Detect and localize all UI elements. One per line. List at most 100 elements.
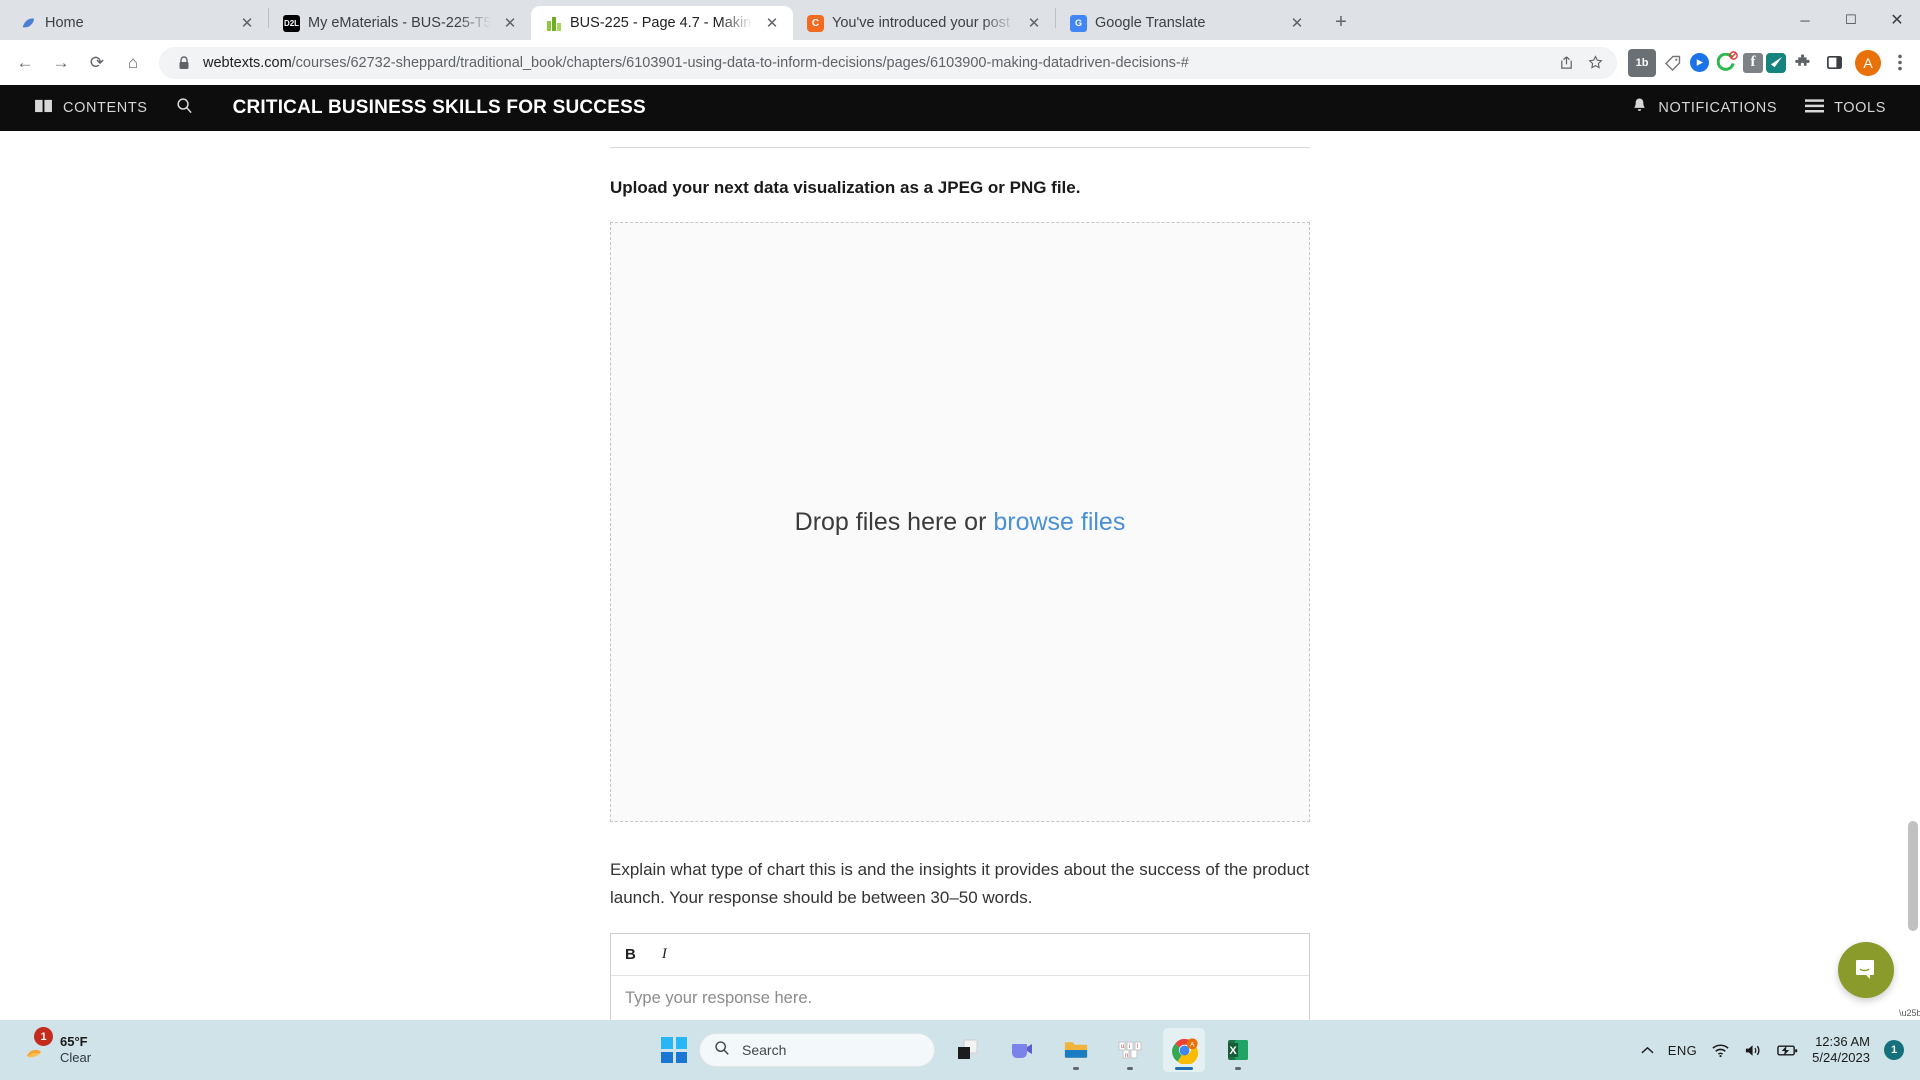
taskbar-clock[interactable]: 12:36 AM 5/24/2023 [1812, 1034, 1870, 1067]
chat-bubble-icon[interactable] [1838, 942, 1894, 998]
kebab-menu-icon[interactable] [1888, 49, 1912, 77]
taskbar-app-unknown[interactable] [947, 1028, 989, 1072]
system-tray: ENG 12:36 AM 5/24/2023 1 [1641, 1034, 1920, 1067]
notifications-button[interactable]: NOTIFICATIONS [1617, 97, 1791, 120]
close-icon[interactable]: ✕ [499, 12, 521, 34]
windows-taskbar: 1 65°F Clear Search ui l n A X ENG 12:36 A… [0, 1020, 1920, 1080]
svg-text:n: n [1125, 1053, 1128, 1059]
home-icon[interactable]: ⌂ [116, 46, 150, 80]
new-tab-button[interactable]: + [1324, 5, 1358, 39]
site-header-right: NOTIFICATIONS TOOLS [1617, 97, 1900, 120]
browser-tab-home[interactable]: Home ✕ [6, 6, 268, 40]
taskbar-app-file-explorer[interactable] [1055, 1028, 1097, 1072]
back-icon[interactable]: ← [8, 46, 42, 80]
grammarly-extension-icon[interactable] [1766, 52, 1786, 73]
browser-toolbar: ← → ⟳ ⌂ webtexts.com/courses/62732-shepp… [0, 40, 1920, 85]
bold-button[interactable]: B [625, 946, 636, 963]
tray-expand-icon[interactable] [1641, 1046, 1654, 1055]
tools-button[interactable]: TOOLS [1791, 98, 1900, 118]
content-column: Upload your next data visualization as a… [610, 131, 1310, 1020]
window-close-button[interactable]: ✕ [1874, 0, 1920, 40]
battery-icon[interactable] [1777, 1044, 1798, 1057]
d2l-icon: D2L [283, 14, 300, 32]
star-icon[interactable] [1585, 53, 1605, 73]
clock-date: 5/24/2023 [1812, 1050, 1870, 1065]
page-content: Upload your next data visualization as a… [0, 131, 1920, 1020]
wifi-icon[interactable] [1711, 1043, 1730, 1058]
running-indicator [1073, 1067, 1079, 1070]
taskbar-search-placeholder: Search [742, 1042, 787, 1058]
italic-button[interactable]: I [662, 946, 667, 963]
close-icon[interactable]: ✕ [761, 12, 783, 34]
puzzle-extension-icon[interactable] [1789, 49, 1817, 77]
browser-tab-bus225-page[interactable]: BUS-225 - Page 4.7 - Making Dat ✕ [531, 6, 793, 40]
close-icon[interactable]: ✕ [236, 12, 258, 34]
response-placeholder: Type your response here. [625, 989, 813, 1008]
language-indicator[interactable]: ENG [1668, 1043, 1697, 1058]
maximize-button[interactable]: ☐ [1828, 0, 1874, 40]
extension-glyph: 1b [1635, 56, 1649, 69]
svg-text:X: X [1229, 1045, 1237, 1057]
taskbar-app-teams[interactable] [1001, 1028, 1043, 1072]
file-dropzone[interactable]: Drop files here or browse files [610, 222, 1310, 822]
svg-text:u: u [1121, 1044, 1124, 1050]
bell-icon [1631, 97, 1648, 120]
tab-title: My eMaterials - BUS-225-T5028 ( [308, 15, 491, 31]
profile-avatar[interactable]: A [1855, 49, 1881, 76]
section-divider [610, 147, 1310, 148]
leaf-icon [20, 15, 37, 32]
notification-center-badge[interactable]: 1 [1884, 1040, 1904, 1060]
minimize-button[interactable]: ─ [1782, 0, 1828, 40]
forward-icon[interactable]: → [44, 46, 78, 80]
browser-tab-post[interactable]: C You've introduced your post by e ✕ [793, 6, 1055, 40]
browse-files-link[interactable]: browse files [993, 508, 1125, 536]
url-domain: webtexts.com [203, 54, 292, 71]
dropzone-text: Drop files here or browse files [795, 508, 1126, 537]
weather-temperature: 65°F [60, 1033, 88, 1049]
svg-text:l: l [1137, 1044, 1138, 1050]
reload-icon[interactable]: ⟳ [80, 46, 114, 80]
scrollbar-thumb[interactable] [1908, 821, 1918, 931]
taskbar-weather-widget[interactable]: 1 65°F Clear [0, 1027, 91, 1067]
browser-tab-google-translate[interactable]: G Google Translate ✕ [1056, 6, 1318, 40]
site-header-left: CONTENTS CRITICAL BUSINESS SKILLS FOR SU… [20, 97, 646, 119]
address-bar[interactable]: webtexts.com/courses/62732-sheppard/trad… [159, 46, 1617, 79]
svg-text:i: i [1129, 1044, 1130, 1050]
active-indicator [1175, 1067, 1193, 1070]
address-bar-url: webtexts.com/courses/62732-sheppard/trad… [203, 55, 1547, 71]
page-title: CRITICAL BUSINESS SKILLS FOR SUCCESS [232, 97, 646, 118]
search-button[interactable] [162, 97, 207, 119]
sidepanel-extension-icon[interactable] [1820, 49, 1848, 77]
editor-toolbar: B I [611, 934, 1309, 977]
page-scrollbar[interactable]: \u25bc [1899, 131, 1920, 1020]
sun-icon: 1 [22, 1027, 53, 1064]
close-icon[interactable]: ✕ [1286, 12, 1308, 34]
contents-label: CONTENTS [63, 100, 148, 116]
tag-extension-icon[interactable] [1659, 49, 1687, 77]
adblock-extension-icon[interactable]: 1b [1628, 48, 1656, 77]
taskbar-search-box[interactable]: Search [699, 1033, 935, 1067]
weather-text: 65°F Clear [60, 1034, 91, 1067]
book-icon [34, 98, 53, 118]
clock-time: 12:36 AM [1815, 1033, 1870, 1049]
close-icon[interactable]: ✕ [1023, 12, 1045, 34]
facebook-extension-icon[interactable]: f [1743, 52, 1763, 73]
taskbar-app-chrome[interactable]: A [1163, 1028, 1205, 1072]
lock-icon [174, 53, 194, 73]
shield-extension-icon[interactable] [1712, 49, 1740, 77]
taskbar-app-excel[interactable]: X [1217, 1028, 1259, 1072]
browser-tab-ematerials[interactable]: D2L My eMaterials - BUS-225-T5028 ( ✕ [269, 6, 531, 40]
chart-icon [545, 15, 562, 32]
response-input[interactable]: Type your response here. [611, 976, 1309, 1020]
contents-button[interactable]: CONTENTS [20, 98, 162, 118]
start-button[interactable] [661, 1037, 687, 1063]
translate-icon: G [1070, 14, 1087, 32]
tools-label: TOOLS [1834, 100, 1886, 116]
player-extension-icon[interactable] [1690, 53, 1709, 72]
scroll-down-icon[interactable]: \u25bc [1899, 1007, 1920, 1018]
running-indicator [1127, 1067, 1133, 1070]
speaker-icon[interactable] [1744, 1043, 1763, 1058]
search-icon [714, 1040, 730, 1061]
taskbar-app-keyboard[interactable]: ui l n [1109, 1028, 1151, 1072]
share-icon[interactable] [1556, 53, 1576, 73]
